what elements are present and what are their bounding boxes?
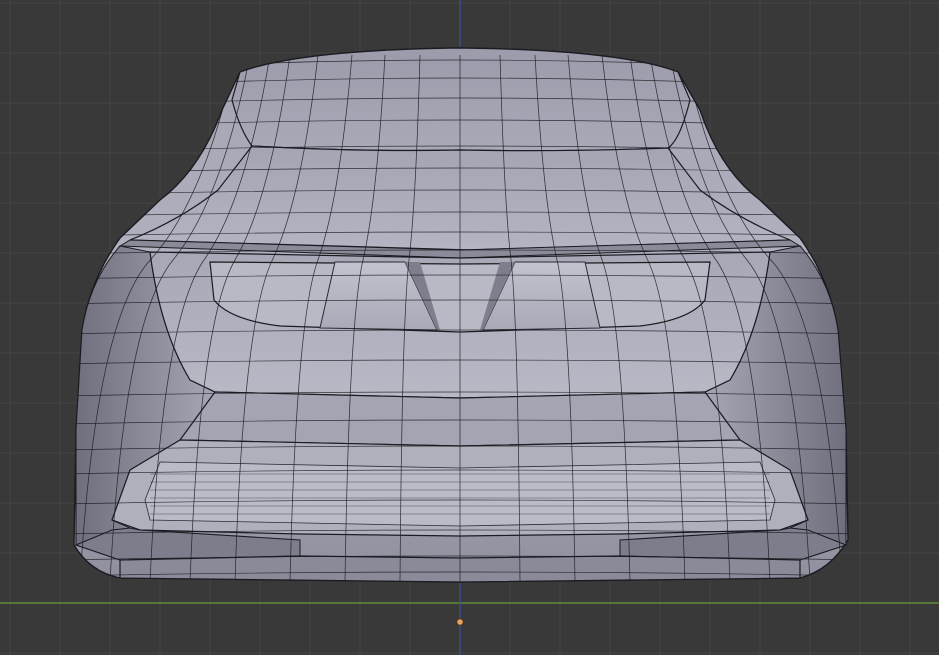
3d-viewport[interactable] — [0, 0, 939, 655]
viewport-scene[interactable] — [0, 0, 939, 655]
object-origin — [456, 618, 464, 626]
car-mesh[interactable] — [60, 47, 860, 583]
